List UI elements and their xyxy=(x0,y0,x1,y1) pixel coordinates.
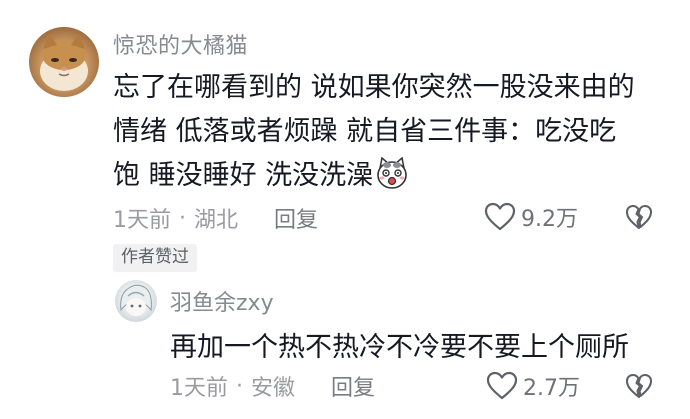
reply-dislike-button[interactable] xyxy=(625,372,653,404)
comment-text: 忘了在哪看到的 说如果你突然一股没来由的 情绪 低落或者烦躁 就自省三件事：吃没… xyxy=(113,66,673,198)
meta-separator: · xyxy=(236,373,243,399)
reply-time: 1天前 xyxy=(170,376,228,401)
reply-location: 安徽 xyxy=(251,376,296,401)
heart-outline-icon xyxy=(484,202,516,231)
comment-time: 1天前 xyxy=(113,208,171,233)
comment-meta: 1天前 · 湖北 回复 xyxy=(113,202,318,234)
comment-location: 湖北 xyxy=(194,208,239,233)
reply-like-button[interactable]: 2.7万 xyxy=(486,370,580,402)
broken-heart-icon xyxy=(625,373,653,399)
anime-avatar-icon xyxy=(120,284,152,316)
meta-separator: · xyxy=(179,205,186,231)
heart-outline-icon xyxy=(486,371,518,400)
like-count: 9.2万 xyxy=(521,207,578,232)
commenter-avatar[interactable] xyxy=(29,27,99,97)
cat-avatar-icon xyxy=(40,33,88,91)
comment-line: 饱 睡没睡好 洗没洗澡 xyxy=(113,154,673,198)
broken-heart-icon xyxy=(625,204,653,230)
replier-username[interactable]: 羽鱼余zxy xyxy=(170,285,274,317)
reply-reply-button[interactable]: 回复 xyxy=(331,370,375,402)
reply-meta: 1天前 · 安徽 回复 xyxy=(170,370,375,402)
author-liked-badge: 作者赞过 xyxy=(113,244,197,272)
reply-text: 再加一个热不热冷不冷要不要上个厕所 xyxy=(170,332,629,363)
like-button[interactable]: 9.2万 xyxy=(484,201,578,233)
replier-avatar[interactable] xyxy=(115,280,157,322)
comment-line: 情绪 低落或者烦躁 就自省三件事：吃没吃 xyxy=(113,116,617,147)
commenter-username[interactable]: 惊恐的大橘猫 xyxy=(113,28,248,60)
reply-button[interactable]: 回复 xyxy=(274,202,318,234)
dislike-button[interactable] xyxy=(625,203,653,235)
comment-line-text: 饱 睡没睡好 洗没洗澡 xyxy=(113,160,374,191)
comment-line: 忘了在哪看到的 说如果你突然一股没来由的 xyxy=(113,72,635,103)
reply-like-count: 2.7万 xyxy=(523,376,580,401)
surprised-cat-emoji-icon xyxy=(377,156,407,189)
